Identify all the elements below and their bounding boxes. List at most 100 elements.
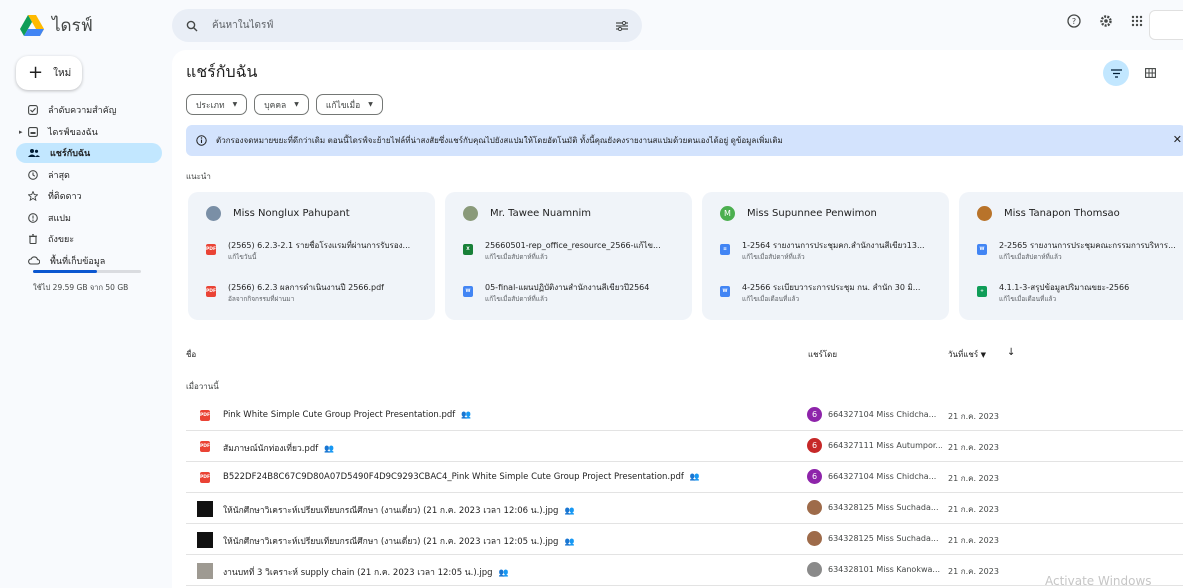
person-avatar [463, 206, 478, 221]
sidebar-item-my-drive[interactable]: ▸ ไดรฟ์ของฉัน [16, 122, 162, 142]
sidebar-nav: ลำดับความสำคัญ ▸ ไดรฟ์ของฉัน แชร์กับฉัน … [16, 100, 162, 272]
column-name-header[interactable]: ชื่อ [186, 348, 196, 361]
group-label: เมื่อวานนี้ [186, 382, 219, 391]
shared-people-icon: 👥 [498, 568, 509, 577]
sharer-name: 664327104 Miss Chidcha... [828, 410, 937, 419]
card-file[interactable]: W 4-2566 ระเบียบวาระการประชุม กน. สำนัก … [720, 282, 937, 305]
suggested-card[interactable]: Miss Tanapon Thomsao W 2-2565 รายงานการป… [959, 192, 1183, 320]
sharer-name: 634328125 Miss Suchada... [828, 503, 939, 512]
shared-people-icon: 👥 [689, 472, 700, 481]
sidebar-item-trash[interactable]: ถังขยะ [16, 229, 162, 249]
shared-date: 21 ก.ค. 2023 [948, 567, 999, 576]
sharer-avatar [807, 531, 822, 546]
new-button-label: ใหม่ [53, 67, 72, 79]
trash-icon [29, 234, 37, 244]
card-file-subtitle: แก้ไขวันนี้ [228, 253, 257, 261]
filter-lines-icon [1110, 68, 1122, 78]
storage-meter [33, 270, 141, 273]
chip-label: ประเภท [196, 100, 225, 111]
sidebar-item-starred[interactable]: ที่ติดดาว [16, 186, 162, 206]
sidebar-item-spam[interactable]: สแปม [16, 208, 162, 228]
apps-grid-icon[interactable] [1131, 15, 1143, 27]
account-avatar[interactable] [1149, 10, 1183, 40]
suggested-card[interactable]: M Miss Supunnee Penwimon ≡ 1-2564 รายงาน… [702, 192, 949, 320]
spam-info-banner: ตัวกรองจดหมายขยะที่ดีกว่าเดิม ตอนนี้ไดรฟ… [186, 125, 1183, 156]
caret-down-icon: ▼ [980, 351, 987, 359]
search-bar[interactable]: ค้นหาในไดรฟ์ [172, 9, 642, 42]
shared-people-icon: 👥 [564, 506, 575, 515]
card-file[interactable]: X 25660501-rep_office_resource_2566-แก้ไ… [463, 240, 680, 263]
drive-logo[interactable]: ไดรฟ์ [20, 12, 93, 39]
word-doc-icon: W [720, 286, 730, 297]
spreadsheet-icon: X [463, 244, 473, 255]
word-doc-icon: W [463, 286, 473, 297]
card-file[interactable]: ≡ 1-2564 รายงานการประชุมคก.สำนักงานสีเขี… [720, 240, 937, 263]
sidebar-item-recent[interactable]: ล่าสุด [16, 165, 162, 185]
table-row[interactable]: ให้นักศึกษาวิเคราะห์เปรียบเทียบกรณีศึกษา… [186, 524, 1183, 555]
card-header: Mr. Tawee Nuamnim [463, 206, 591, 221]
card-file[interactable]: + 4.1.1-3-สรุปข้อมูลปริมาณขยะ-2566 แก้ไขเ… [977, 282, 1183, 305]
new-button[interactable]: + ใหม่ [16, 56, 82, 90]
card-header: Miss Nonglux Pahupant [206, 206, 350, 221]
search-options-icon[interactable] [616, 20, 628, 31]
suggested-cards: Miss Nonglux Pahupant PDF (2565) 6.2.3-2… [188, 192, 1183, 320]
suggested-card[interactable]: Miss Nonglux Pahupant PDF (2565) 6.2.3-2… [188, 192, 435, 320]
close-icon[interactable]: ✕ [1173, 133, 1182, 146]
file-list: PDF Pink White Simple Cute Group Project… [186, 400, 1183, 586]
card-file[interactable]: PDF (2566) 6.2.3 ผลการดำเนินงานปี 2566.p… [206, 282, 423, 305]
expand-caret-icon[interactable]: ▸ [19, 128, 23, 136]
sidebar-item-priority[interactable]: ลำดับความสำคัญ [16, 100, 162, 120]
table-row[interactable]: PDF สัมภาษณ์นักท่องเที่ยว.pdf 👥 6 66432711… [186, 431, 1183, 462]
suggested-label: แนะนำ [186, 172, 211, 181]
suggested-card[interactable]: Mr. Tawee Nuamnim X 25660501-rep_office_… [445, 192, 692, 320]
table-row[interactable]: PDF Pink White Simple Cute Group Project… [186, 400, 1183, 431]
card-file[interactable]: W 2-2565 รายงานการประชุมคณะกรรมการบริหาร… [977, 240, 1183, 263]
sort-arrow-icon[interactable]: ↓ [1007, 347, 1015, 358]
sidebar-item-shared-with-me[interactable]: แชร์กับฉัน [16, 143, 162, 163]
shared-date: 21 ก.ค. 2023 [948, 443, 999, 452]
sidebar-item-label: ไดรฟ์ของฉัน [48, 127, 98, 138]
file-name: สัมภาษณ์นักท่องเที่ยว.pdf 👥 [223, 441, 334, 455]
chevron-down-icon: ▼ [232, 101, 238, 108]
card-file-subtitle: แก้ไขเมื่อสัปดาห์ที่แล้ว [485, 295, 548, 303]
column-shared-by-header[interactable]: แชร์โดย [808, 348, 837, 361]
filter-people-chip[interactable]: บุคคล ▼ [254, 94, 309, 115]
google-doc-icon: ≡ [720, 244, 730, 255]
star-icon [28, 191, 38, 201]
card-file-subtitle: แก้ไขเมื่อสัปดาห์ที่แล้ว [485, 253, 548, 261]
file-name-text: ให้นักศึกษาวิเคราะห์เปรียบเทียบกรณีศึกษา… [223, 506, 559, 516]
sharer-avatar [807, 562, 822, 577]
pdf-icon: PDF [206, 286, 216, 297]
list-view-button[interactable] [1103, 60, 1129, 86]
table-row[interactable]: PDF B522DF24B8C67C9D80A07D5490F4D9C9293C… [186, 462, 1183, 493]
settings-icon[interactable] [1099, 14, 1113, 28]
pdf-icon: PDF [200, 472, 210, 483]
top-icons: ? [1067, 14, 1143, 28]
sharer-name: 634328101 Miss Kanokwa... [828, 565, 941, 574]
search-input[interactable]: ค้นหาในไดรฟ์ [212, 18, 616, 33]
file-name: B522DF24B8C67C9D80A07D5490F4D9C9293CBAC4… [223, 472, 700, 482]
sidebar-item-label: ถังขยะ [48, 235, 75, 245]
table-row[interactable]: ให้นักศึกษาวิเคราะห์เปรียบเทียบกรณีศึกษา… [186, 493, 1183, 524]
card-file-subtitle: แก้ไขเมื่อเดือนที่แล้ว [742, 295, 800, 303]
card-file[interactable]: W 05-final-แผนปฏิบัติงานสำนักงานสีเขียวป… [463, 282, 680, 305]
sidebar-item-label: ล่าสุด [48, 170, 70, 181]
help-icon[interactable]: ? [1067, 14, 1081, 28]
card-file[interactable]: PDF (2565) 6.2.3-2.1 รายชื่อโรงแรมที่ผ่า… [206, 240, 423, 263]
sidebar-item-label: ลำดับความสำคัญ [48, 106, 117, 116]
shared-by: 6 664327104 Miss Chidcha... [807, 407, 942, 422]
person-avatar [977, 206, 992, 221]
column-date-header[interactable]: วันที่แชร์ ▼ [948, 348, 986, 361]
filter-type-chip[interactable]: ประเภท ▼ [186, 94, 248, 115]
shared-date: 21 ก.ค. 2023 [948, 474, 999, 483]
filter-modified-chip[interactable]: แก้ไขเมื่อ ▼ [315, 94, 383, 115]
search-icon[interactable] [186, 20, 198, 32]
sidebar-item-storage[interactable]: พื้นที่เก็บข้อมูล [16, 251, 162, 271]
shared-by: 6 664327111 Miss Autumpor... [807, 438, 942, 453]
card-file-title: 4.1.1-3-สรุปข้อมูลปริมาณขยะ-2566 [999, 283, 1130, 292]
table-row[interactable]: งานบทที่ 3 วิเคราะห์ supply chain (21 ก.… [186, 555, 1183, 586]
grid-view-button[interactable] [1137, 60, 1163, 86]
svg-text:?: ? [1072, 17, 1076, 26]
pdf-icon: PDF [206, 244, 216, 255]
shared-people-icon: 👥 [461, 410, 472, 419]
